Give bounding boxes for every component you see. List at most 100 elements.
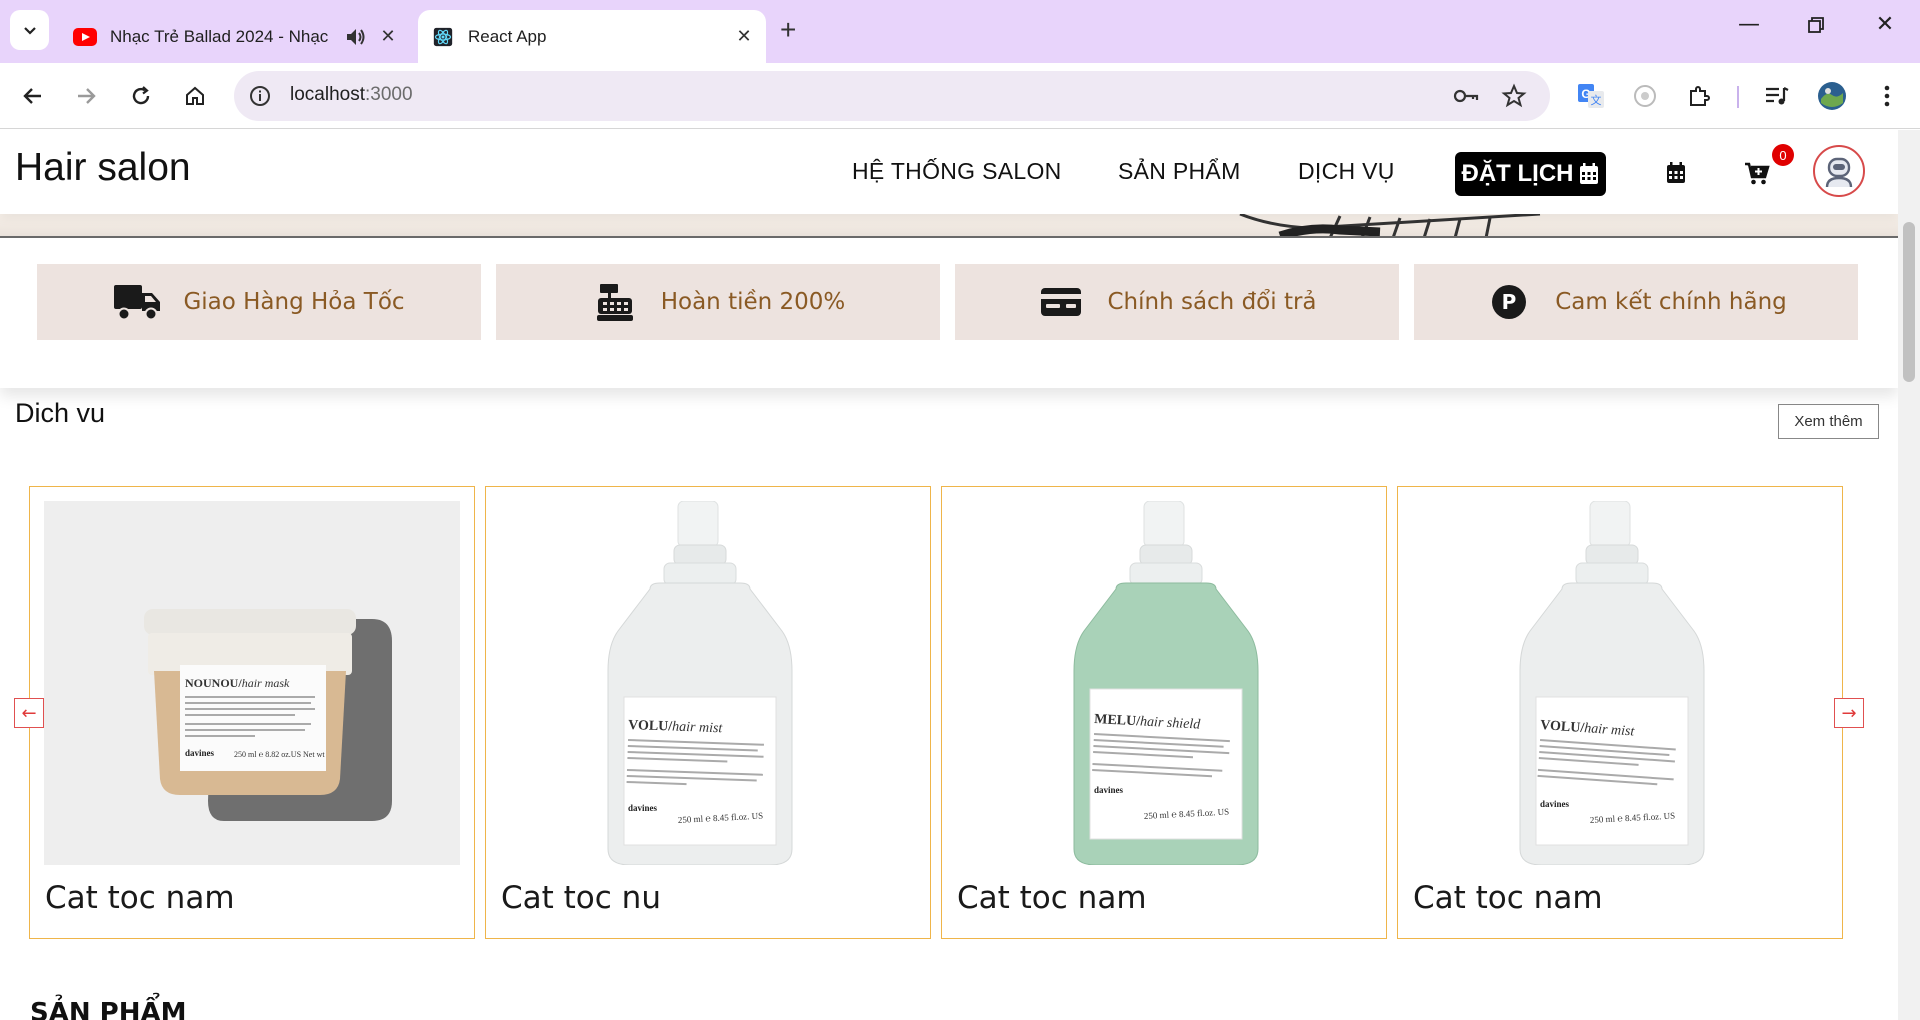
arrow-right-icon: →: [1841, 702, 1857, 724]
banner-cart-illustration: [1239, 214, 1541, 236]
feature-label: Giao Hàng Hỏa Tốc: [183, 289, 405, 315]
bookmark-star-icon[interactable]: [1500, 83, 1528, 109]
product-brand: VOLU: [628, 718, 669, 734]
page-scrollbar[interactable]: [1898, 130, 1920, 1020]
page-viewport: Hair salon HỆ THỐNG SALON SẢN PHẨM DỊCH …: [0, 130, 1898, 1020]
product-image: NOUNOU/hair mask davines 250 ml ℮ 8.82 o…: [44, 501, 460, 865]
parking-p-icon: P: [1485, 282, 1533, 322]
restore-icon[interactable]: [1796, 12, 1836, 40]
tab-close-icon[interactable]: ✕: [378, 26, 398, 47]
tab-search-button[interactable]: [10, 10, 49, 50]
product-maker: davines: [1094, 785, 1124, 795]
service-card[interactable]: VOLU/hair mist davines 250 ml ℮ 8.45 fl.…: [485, 486, 931, 939]
carousel-next-button[interactable]: →: [1834, 698, 1864, 728]
reload-icon: [132, 86, 150, 105]
extension-circle-icon[interactable]: [1630, 81, 1660, 111]
schedule-calendar-icon[interactable]: [1661, 158, 1691, 188]
feature-label: Chính sách đổi trả: [1107, 289, 1317, 315]
tab-title: Nhạc Trẻ Ballad 2024 - Nhạc: [110, 26, 329, 46]
product-maker: davines: [185, 748, 215, 758]
browser-tab-bar: Nhạc Trẻ Ballad 2024 - Nhạc ✕ React App …: [0, 0, 1920, 63]
product-maker: davines: [628, 803, 658, 813]
tab-title: React App: [468, 26, 547, 46]
service-card[interactable]: NOUNOU/hair mask davines 250 ml ℮ 8.82 o…: [29, 486, 475, 939]
hero-banner-bottom: [0, 214, 1898, 238]
new-tab-button[interactable]: +: [780, 14, 796, 46]
product-volume: 250 ml ℮ 8.82 oz.US Net wt: [234, 750, 325, 759]
tab-youtube[interactable]: Nhạc Trẻ Ballad 2024 - Nhạc ✕: [60, 10, 410, 63]
address-bar[interactable]: localhost:3000: [234, 71, 1550, 121]
cart-icon[interactable]: [1742, 158, 1772, 188]
user-robot-icon: [1825, 157, 1853, 188]
back-button[interactable]: [15, 78, 51, 114]
product-maker: davines: [1540, 799, 1570, 809]
book-appointment-button[interactable]: ĐẶT LỊCH: [1455, 152, 1606, 196]
nav-products[interactable]: SẢN PHẨM: [1118, 158, 1241, 185]
svg-text:P: P: [1502, 290, 1517, 314]
product-image: MELU/hair shield davines 250 ml ℮ 8.45 f…: [956, 501, 1372, 865]
see-more-button[interactable]: Xem thêm: [1778, 404, 1879, 439]
scrollbar-thumb[interactable]: [1903, 222, 1915, 382]
toolbar-divider: [1737, 86, 1739, 108]
carousel-prev-button[interactable]: ←: [14, 698, 44, 728]
calendar-icon: [1580, 163, 1599, 184]
home-button[interactable]: [177, 78, 213, 114]
service-name: Cat toc nam: [1413, 880, 1603, 916]
service-name: Cat toc nam: [45, 880, 235, 916]
tab-react-app[interactable]: React App ✕: [418, 10, 766, 63]
product-kind: hair mask: [242, 676, 290, 690]
product-kind: hair mist: [672, 720, 724, 737]
features-bar: Giao Hàng Hỏa Tốc Hoàn tiền 200% Chính s…: [0, 238, 1898, 388]
feature-authentic: P Cam kết chính hãng: [1414, 264, 1858, 340]
feature-refund: Hoàn tiền 200%: [496, 264, 940, 340]
react-icon: [433, 27, 453, 46]
product-image: VOLU/hair mist davines 250 ml ℮ 8.45 fl.…: [500, 501, 916, 865]
product-kind: hair shield: [1140, 714, 1202, 732]
feature-label: Cam kết chính hãng: [1555, 289, 1787, 315]
close-window-icon[interactable]: ✕: [1865, 12, 1905, 37]
site-header: Hair salon HỆ THỐNG SALON SẢN PHẨM DỊCH …: [0, 130, 1898, 214]
url-port: :3000: [365, 84, 413, 105]
id-card-icon: [1037, 282, 1085, 322]
password-key-icon[interactable]: [1452, 83, 1480, 109]
home-icon: [186, 86, 204, 105]
svg-text:NOUNOU/hair mask: NOUNOU/hair mask: [185, 676, 290, 690]
truck-icon: [113, 282, 161, 322]
feature-fast-delivery: Giao Hàng Hỏa Tốc: [37, 264, 481, 340]
product-brand: NOUNOU: [185, 676, 239, 690]
profile-avatar-icon[interactable]: [1817, 81, 1847, 111]
forward-button[interactable]: [68, 78, 104, 114]
url-host: localhost: [290, 84, 365, 105]
cash-register-icon: [591, 282, 639, 322]
reload-button[interactable]: [123, 78, 159, 114]
speaker-icon[interactable]: [344, 26, 368, 48]
site-logo[interactable]: Hair salon: [15, 146, 191, 190]
book-label: ĐẶT LỊCH: [1461, 160, 1574, 187]
url-text[interactable]: localhost:3000: [290, 84, 413, 106]
extensions-puzzle-icon[interactable]: [1684, 81, 1714, 111]
service-name: Cat toc nam: [957, 880, 1147, 916]
arrow-left-icon: ←: [21, 702, 37, 724]
user-avatar[interactable]: [1813, 145, 1865, 197]
service-name: Cat toc nu: [501, 880, 661, 916]
service-card[interactable]: VOLU/hair mist davines 250 ml ℮ 8.45 fl.…: [1397, 486, 1843, 939]
browser-toolbar: localhost:3000 G文: [0, 63, 1920, 129]
product-image: VOLU/hair mist davines 250 ml ℮ 8.45 fl.…: [1412, 501, 1828, 865]
feature-label: Hoàn tiền 200%: [660, 289, 846, 315]
browser-menu-icon[interactable]: [1872, 81, 1902, 111]
arrow-left-icon: [23, 88, 41, 104]
nav-services[interactable]: DỊCH VỤ: [1298, 158, 1395, 185]
tab-close-icon[interactable]: ✕: [734, 26, 754, 47]
service-card[interactable]: MELU/hair shield davines 250 ml ℮ 8.45 f…: [941, 486, 1387, 939]
nav-salon-system[interactable]: HỆ THỐNG SALON: [852, 158, 1062, 185]
feature-return-policy: Chính sách đổi trả: [955, 264, 1399, 340]
youtube-icon: [73, 27, 97, 46]
minimize-icon[interactable]: —: [1729, 12, 1769, 37]
site-info-icon[interactable]: [248, 84, 272, 108]
media-queue-icon[interactable]: [1762, 81, 1792, 111]
product-brand: MELU: [1094, 712, 1137, 729]
product-brand: VOLU: [1540, 718, 1581, 736]
chevron-down-icon: [23, 27, 36, 35]
arrow-right-icon: [78, 88, 96, 104]
google-translate-icon[interactable]: G文: [1576, 81, 1606, 111]
